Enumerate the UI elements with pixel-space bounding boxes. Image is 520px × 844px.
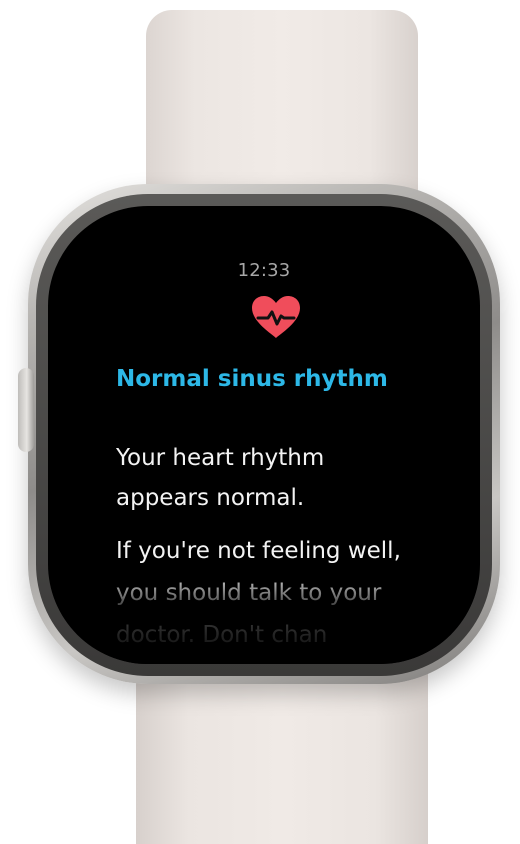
result-message: Your heart rhythm appears normal. — [116, 445, 325, 511]
watch-product-photo: 12:33 Normal sinus rhythm Your heart rhy… — [0, 0, 520, 844]
watch-screen[interactable]: 12:33 Normal sinus rhythm Your heart rhy… — [48, 206, 480, 664]
result-title: Normal sinus rhythm — [116, 366, 388, 392]
clock-time: 12:33 — [237, 260, 291, 281]
side-button[interactable] — [18, 368, 34, 452]
heart-rhythm-icon — [252, 296, 300, 338]
screen-fade-overlay — [48, 568, 480, 664]
